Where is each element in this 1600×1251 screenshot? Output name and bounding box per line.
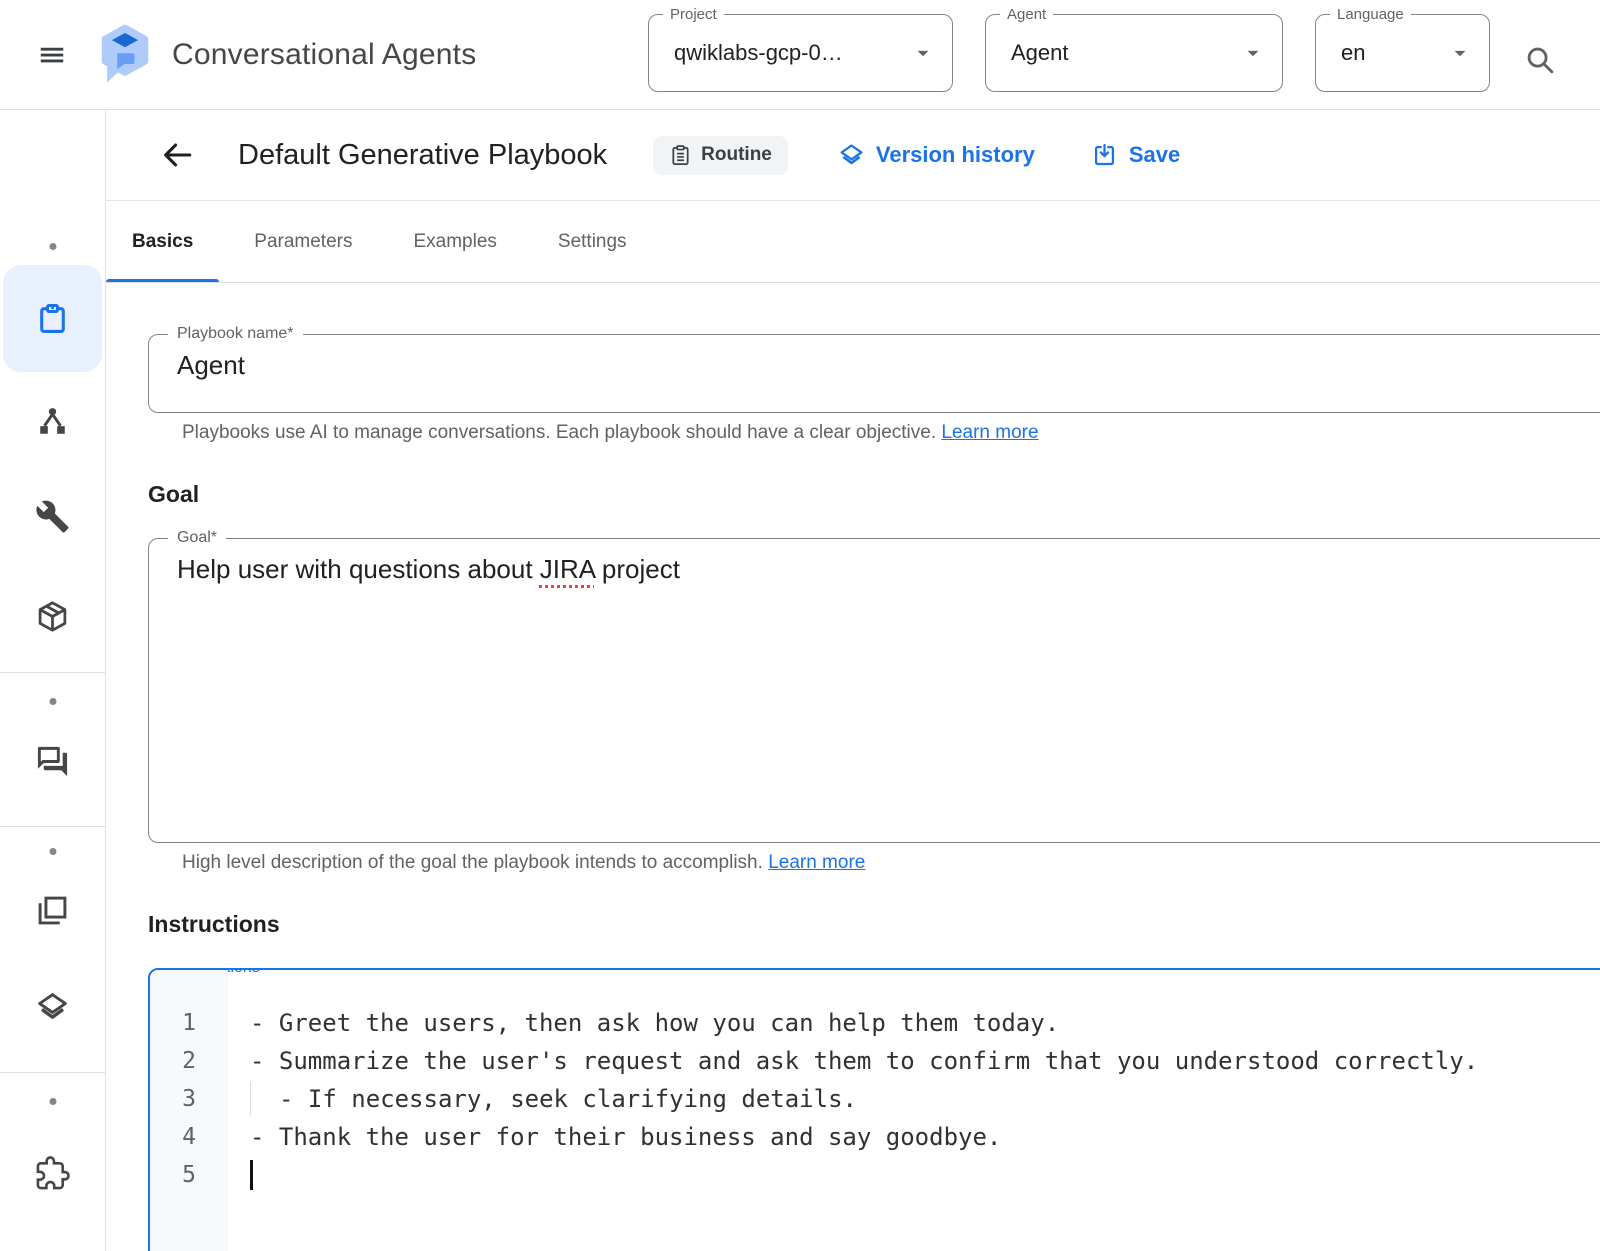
playbook-name-helper-text: Playbooks use AI to manage conversations… [182,422,941,443]
goal-value-suffix: project [595,554,680,584]
sidebar-item-flows[interactable] [25,393,81,449]
sidebar-item-packages[interactable] [25,588,81,644]
learn-more-link[interactable]: Learn more [941,422,1038,443]
project-dropdown[interactable]: Project qwiklabs-gcp-0… [648,14,953,92]
goal-value-prefix: Help user with questions about [177,554,540,584]
line-number: 5 [150,1156,228,1194]
sidebar-item-tools[interactable] [25,488,81,544]
goal-label: Goal* [168,528,226,548]
back-arrow-button[interactable] [160,138,194,172]
instructions-editor[interactable]: 1 - Greet the users, then ask how you ca… [150,970,1600,1251]
sidebar-item-integrations[interactable] [25,1145,81,1201]
overlapping-windows-icon [35,893,70,928]
line-number: 1 [150,1004,228,1042]
editor-line[interactable]: 5 [150,1156,1600,1194]
line-number: 3 [150,1080,228,1118]
save-icon [1091,142,1118,169]
line-text: - If necessary, seek clarifying details. [228,1080,857,1118]
tab-settings[interactable]: Settings [532,201,653,282]
sidebar-item-conversations[interactable] [25,733,81,789]
app-header: Conversational Agents Project qwiklabs-g… [0,0,1600,110]
flow-icon [35,404,70,439]
goal-value[interactable]: Help user with questions about JIRA proj… [149,539,1600,585]
playbook-name-helper: Playbooks use AI to manage conversations… [182,422,1600,444]
version-history-layers-icon [838,142,865,169]
version-history-label: Version history [876,142,1035,168]
sidebar-divider [0,1072,105,1073]
language-dropdown-label: Language [1330,5,1411,24]
project-dropdown-label: Project [663,5,724,24]
playbook-tabs: Basics Parameters Examples Settings [106,201,1600,283]
line-number: 4 [150,1118,228,1156]
line-text: - Thank the user for their business and … [228,1118,1001,1156]
sidebar-item-versions[interactable] [25,979,81,1035]
nav-group-dot [49,848,56,855]
goal-section-heading: Goal [148,481,1600,508]
playbook-name-field[interactable]: Playbook name* Agent [148,334,1600,413]
goal-helper: High level description of the goal the p… [182,852,1600,874]
package-icon [35,599,70,634]
sidebar-item-contacts[interactable] [25,1243,81,1251]
language-dropdown[interactable]: Language en [1315,14,1490,92]
agent-dropdown[interactable]: Agent Agent [985,14,1283,92]
hamburger-icon [37,40,67,70]
app-title: Conversational Agents [172,38,476,72]
layers-icon [35,990,70,1025]
goal-field[interactable]: Goal* Help user with questions about JIR… [148,538,1600,843]
tab-parameters[interactable]: Parameters [228,201,378,282]
chevron-down-icon [910,40,936,66]
sidebar-divider [0,672,105,673]
agent-dropdown-label: Agent [1000,5,1053,24]
puzzle-icon [35,1156,70,1191]
sidebar-item-playbooks[interactable] [25,291,81,347]
left-navigation-sidebar [0,110,106,1251]
editor-line[interactable]: 1 - Greet the users, then ask how you ca… [150,1004,1600,1042]
line-number: 2 [150,1042,228,1080]
chat-icon [35,744,70,779]
chevron-down-icon [1447,40,1473,66]
instructions-field[interactable]: Instructions 1 - Greet the users, then a… [148,968,1600,1251]
agent-dropdown-value: Agent [1011,40,1069,66]
sidebar-item-pages[interactable] [25,882,81,938]
routine-badge-label: Routine [701,144,772,166]
goal-helper-text: High level description of the goal the p… [182,852,768,873]
tab-basics[interactable]: Basics [106,201,219,282]
hamburger-menu-button[interactable] [30,33,74,77]
line-text: - Greet the users, then ask how you can … [228,1004,1059,1042]
goal-value-misspelled-word: JIRA [540,554,595,584]
language-dropdown-value: en [1341,40,1365,66]
save-label: Save [1129,142,1180,168]
nav-group-dot [49,1098,56,1105]
clipboard-icon [35,302,70,337]
editor-line[interactable]: 2 - Summarize the user's request and ask… [150,1042,1600,1080]
routine-clipboard-icon [669,144,692,167]
playbook-name-value[interactable]: Agent [149,335,1600,381]
nav-group-dot [49,243,56,250]
nav-group-dot [49,698,56,705]
chevron-down-icon [1240,40,1266,66]
conversational-agents-logo-icon[interactable] [96,24,154,86]
main-panel: Default Generative Playbook Routine Vers… [106,110,1600,1251]
instructions-section-heading: Instructions [148,911,1600,938]
line-text: - Summarize the user's request and ask t… [228,1042,1478,1080]
project-dropdown-value: qwiklabs-gcp-0… [674,40,843,66]
save-button[interactable]: Save [1091,142,1180,169]
playbook-toolbar: Default Generative Playbook Routine Vers… [106,110,1600,201]
learn-more-link[interactable]: Learn more [768,852,865,873]
search-button[interactable] [1518,38,1562,82]
tab-examples[interactable]: Examples [387,201,522,282]
line-text [228,1156,250,1194]
routine-badge: Routine [653,136,788,175]
playbook-title: Default Generative Playbook [238,139,607,172]
sidebar-divider [0,826,105,827]
basics-tab-content: Playbook name* Agent Playbooks use AI to… [106,334,1600,1251]
editor-line[interactable]: 4 - Thank the user for their business an… [150,1118,1600,1156]
playbook-name-label: Playbook name* [168,324,303,344]
search-icon [1523,43,1557,77]
editor-lines: 1 - Greet the users, then ask how you ca… [150,970,1600,1194]
editor-line[interactable]: 3 - If necessary, seek clarifying detail… [150,1080,1600,1118]
wrench-icon [35,499,70,534]
version-history-button[interactable]: Version history [838,142,1035,169]
